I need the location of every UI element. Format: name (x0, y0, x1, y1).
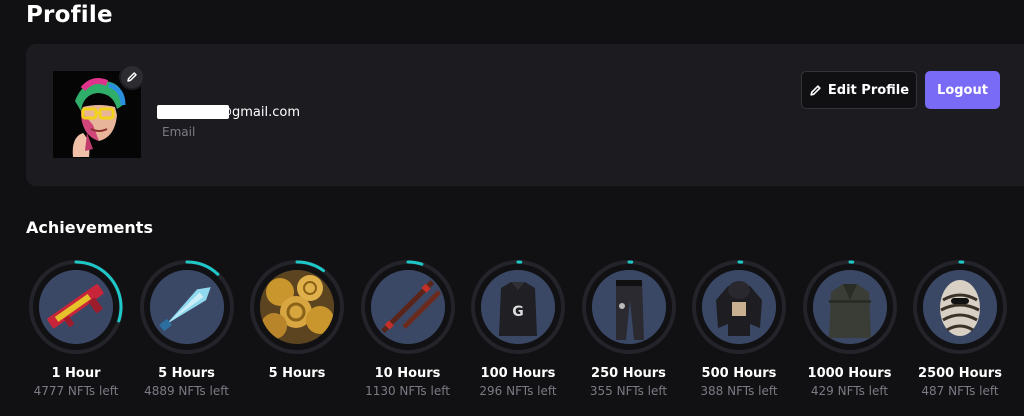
achievements-list: 1 Hour 4777 NFTs left 5 Hours 4889 NFTs lef… (0, 258, 1024, 416)
achievement-badge (248, 258, 346, 356)
achievement-remaining: 429 NFTs left (810, 384, 889, 398)
achievement-label: 1000 Hours (807, 366, 892, 381)
achievement-item[interactable]: 1 Hour 4777 NFTs left (21, 258, 131, 398)
achievement-label: 10 Hours (374, 366, 441, 381)
email-label: Email (162, 125, 196, 139)
coat-image (812, 270, 887, 344)
achievement-label: 1 Hour (51, 366, 101, 381)
achievement-label: 5 Hours (268, 366, 326, 381)
achievement-badge (690, 258, 788, 356)
page-title: Profile (26, 2, 113, 28)
avatar-edit-button[interactable] (119, 64, 145, 90)
achievement-label: 250 Hours (591, 366, 666, 381)
staff-image (370, 270, 445, 344)
achievement-badge (27, 258, 125, 356)
profile-page: Profile @gmail.com Email Edit Profile Lo… (0, 0, 1024, 416)
achievement-badge: G (469, 258, 567, 356)
achievement-item[interactable]: 1000 Hours 429 NFTs left (795, 258, 905, 398)
achievement-badge (580, 258, 678, 356)
achievement-label: 5 Hours (158, 366, 215, 381)
achievement-item[interactable]: 500 Hours 388 NFTs left (684, 258, 794, 398)
ice-sword-image (149, 270, 224, 344)
mask-image (923, 270, 997, 344)
achievement-item[interactable]: 5 Hours (242, 258, 352, 384)
achievement-remaining: 355 NFTs left (589, 384, 668, 398)
achievement-badge (801, 258, 899, 356)
email-block: @gmail.com Email (157, 104, 300, 139)
achievement-remaining: 487 NFTs left (921, 384, 999, 398)
achievements-title: Achievements (26, 218, 153, 237)
logout-button[interactable]: Logout (925, 71, 1000, 109)
svg-text:G: G (512, 304, 524, 320)
rifle-image (39, 270, 113, 344)
email-redaction (157, 105, 229, 119)
achievement-badge (911, 258, 1009, 356)
achievement-remaining: 4777 NFTs left (33, 384, 119, 398)
gold-coins-image (260, 270, 334, 344)
achievement-item[interactable]: 2500 Hours 487 NFTs left (905, 258, 1015, 398)
pencil-icon (810, 84, 821, 96)
achievement-label: 100 Hours (480, 366, 556, 381)
achievement-label: 2500 Hours (918, 366, 1002, 381)
achievement-remaining: 388 NFTs left (700, 384, 778, 398)
edit-profile-button[interactable]: Edit Profile (801, 71, 917, 109)
pants-image (591, 270, 666, 344)
achievement-label: 500 Hours (701, 366, 777, 381)
vest-image: G (481, 270, 555, 344)
achievement-remaining: 296 NFTs left (479, 384, 557, 398)
achievement-item[interactable]: 10 Hours 1130 NFTs left (353, 258, 463, 398)
hoodie-image (702, 270, 776, 344)
achievement-item[interactable]: 250 Hours 355 NFTs left (574, 258, 684, 398)
edit-profile-label: Edit Profile (827, 82, 910, 98)
achievement-item[interactable]: 5 Hours 4889 NFTs left (132, 258, 242, 398)
email-value: @gmail.com (157, 104, 300, 122)
profile-card: @gmail.com Email Edit Profile Logout (26, 44, 1024, 186)
achievement-badge (359, 258, 457, 356)
achievement-remaining: 1130 NFTs left (365, 384, 450, 398)
pencil-icon (127, 72, 137, 82)
achievement-item[interactable]: G 100 Hours 296 NFTs left (463, 258, 573, 398)
achievement-badge (138, 258, 236, 356)
achievement-remaining: 4889 NFTs left (144, 384, 229, 398)
